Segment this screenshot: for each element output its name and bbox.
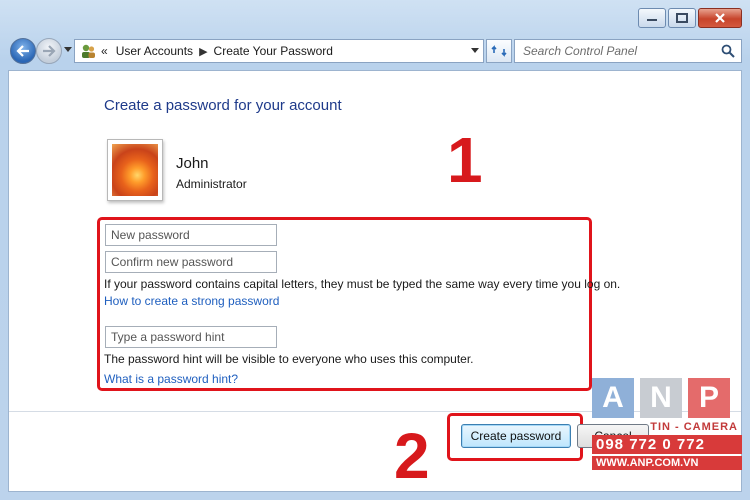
- user-accounts-icon: [82, 44, 95, 58]
- password-hint-field[interactable]: [105, 326, 277, 348]
- forward-button[interactable]: [36, 38, 62, 64]
- navigation-bar: « User Accounts ▶ Create Your Password: [8, 36, 742, 66]
- close-button[interactable]: [698, 8, 742, 28]
- create-password-button[interactable]: Create password: [461, 424, 571, 448]
- close-icon: [715, 13, 725, 23]
- watermark-letter-n: N: [640, 378, 682, 418]
- new-password-field[interactable]: [105, 224, 277, 246]
- hint-visibility-note: The password hint will be visible to eve…: [104, 352, 474, 366]
- avatar: [107, 139, 163, 201]
- confirm-password-field[interactable]: [105, 251, 277, 273]
- watermark-tagline: TIN - CAMERA: [650, 421, 738, 433]
- breadcrumb-create-password[interactable]: Create Your Password: [214, 44, 333, 58]
- address-bar[interactable]: « User Accounts ▶ Create Your Password: [74, 39, 484, 63]
- anp-watermark-logo: A N P TIN - CAMERA 098 772 0 772 WWW.ANP…: [592, 378, 742, 492]
- user-name: John: [176, 155, 209, 172]
- history-dropdown-icon[interactable]: [64, 47, 72, 53]
- flower-picture-icon: [112, 144, 158, 196]
- watermark-letter-p: P: [688, 378, 730, 418]
- breadcrumb-separator-icon[interactable]: ▶: [199, 45, 207, 58]
- maximize-icon: [676, 13, 688, 23]
- back-button[interactable]: [10, 38, 36, 64]
- search-box[interactable]: [514, 39, 742, 63]
- search-input[interactable]: [523, 44, 713, 58]
- watermark-letter-a: A: [592, 378, 634, 418]
- address-prefix: «: [101, 44, 108, 58]
- window-frame: « User Accounts ▶ Create Your Password C…: [0, 0, 750, 500]
- page-title: Create a password for your account: [104, 97, 342, 114]
- search-icon[interactable]: [721, 44, 735, 58]
- address-dropdown-icon[interactable]: [471, 48, 479, 54]
- strong-password-link[interactable]: How to create a strong password: [104, 294, 279, 308]
- watermark-phone: 098 772 0 772: [592, 435, 742, 454]
- watermark-website: WWW.ANP.COM.VN: [592, 456, 742, 470]
- refresh-button[interactable]: [486, 39, 512, 63]
- maximize-button[interactable]: [668, 8, 696, 28]
- minimize-icon: [647, 19, 657, 21]
- step-2-annotation: 2: [394, 420, 430, 492]
- step-1-annotation: 1: [447, 124, 483, 196]
- minimize-button[interactable]: [638, 8, 666, 28]
- forward-arrow-icon: [43, 45, 56, 57]
- caption-buttons: [638, 8, 742, 28]
- user-role: Administrator: [176, 177, 247, 191]
- password-hint-link[interactable]: What is a password hint?: [104, 372, 238, 386]
- back-arrow-icon: [16, 45, 29, 57]
- breadcrumb-user-accounts[interactable]: User Accounts: [116, 44, 193, 58]
- capital-letters-note: If your password contains capital letter…: [104, 277, 621, 291]
- refresh-icon: [491, 45, 507, 57]
